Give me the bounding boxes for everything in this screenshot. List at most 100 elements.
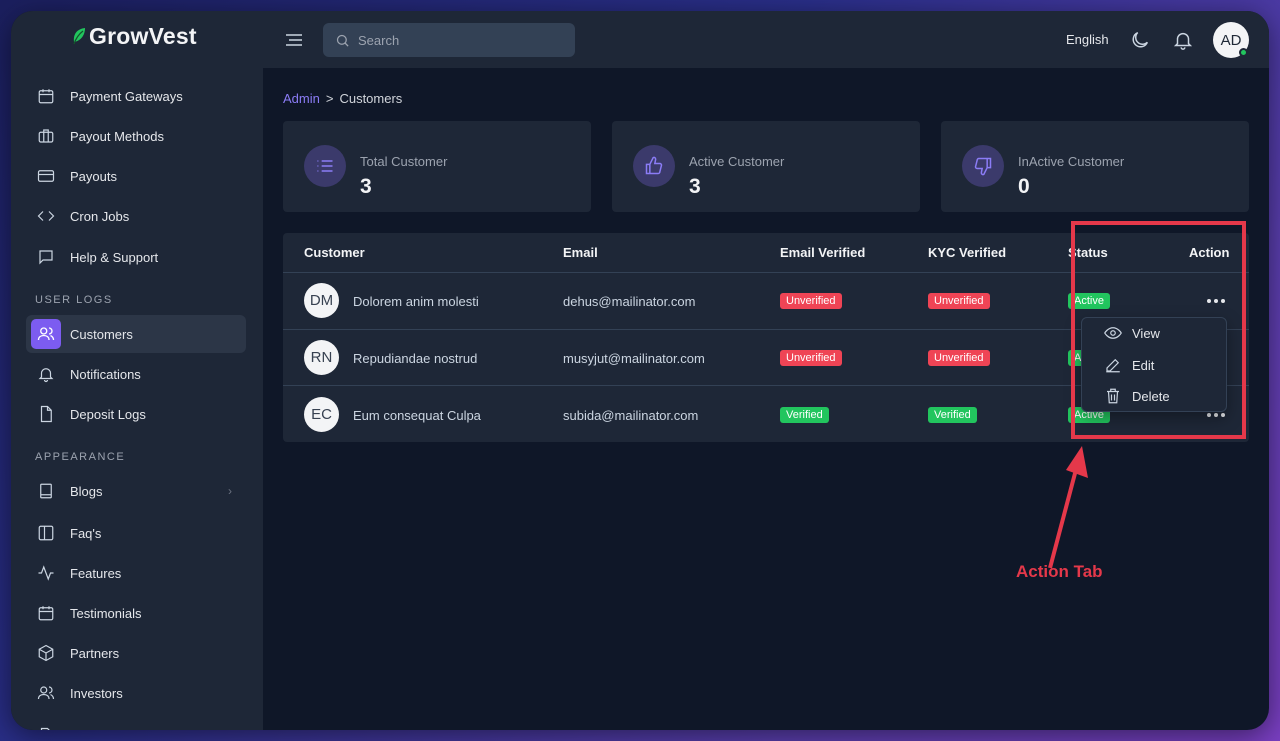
sidebar-item-label: Notifications	[70, 366, 141, 382]
stat-label: Total Customer	[360, 154, 448, 169]
notification-bell-icon[interactable]	[1172, 29, 1194, 51]
sidebar-item-features[interactable]: Features	[26, 554, 246, 592]
sidebar: GrowVest Payment Gateways Payout Methods…	[11, 11, 263, 730]
sidebar-item-label: Cron Jobs	[70, 208, 130, 224]
column-header-email-verified: Email Verified	[780, 245, 866, 260]
chat-icon	[36, 247, 56, 267]
sidebar-item-label: Faq's	[70, 525, 102, 541]
sidebar-item-cron-jobs[interactable]: Cron Jobs	[26, 197, 246, 235]
stat-label: Active Customer	[689, 154, 785, 169]
user-avatar[interactable]: AD	[1213, 22, 1249, 58]
column-header-customer: Customer	[304, 245, 365, 260]
breadcrumb-root-link[interactable]: Admin	[283, 91, 320, 106]
sidebar-item-customers[interactable]: Customers	[26, 315, 246, 353]
sidebar-item-deposit-logs[interactable]: Deposit Logs	[26, 395, 246, 433]
breadcrumb-current: Customers	[339, 91, 403, 106]
column-header-email: Email	[563, 245, 598, 260]
annotation-label: Action Tab	[1016, 562, 1103, 581]
search-box[interactable]	[323, 23, 575, 57]
menu-icon[interactable]	[285, 30, 303, 50]
book-icon	[36, 481, 56, 501]
customer-avatar: DM	[304, 283, 339, 318]
sidebar-item-payout-methods[interactable]: Payout Methods	[26, 117, 246, 155]
customer-email: dehus@mailinator.com	[563, 294, 696, 309]
card-icon	[36, 166, 56, 186]
sidebar-item-investors[interactable]: Investors	[26, 674, 246, 712]
moon-icon[interactable]	[1129, 29, 1151, 51]
leaf-icon	[73, 28, 85, 45]
sidebar-item-partial[interactable]	[26, 717, 246, 730]
activity-icon	[36, 563, 56, 583]
breadcrumb-separator: >	[325, 91, 334, 106]
sidebar-item-testimonials[interactable]: Testimonials	[26, 594, 246, 632]
customer-email: musyjut@mailinator.com	[563, 351, 705, 366]
sidebar-item-label: Payouts	[70, 168, 117, 184]
users-icon	[31, 319, 61, 349]
sidebar-item-help-support[interactable]: Help & Support	[26, 238, 246, 276]
file-icon	[36, 404, 56, 424]
sidebar-item-label: Features	[70, 565, 122, 581]
annotation-arrow-icon	[1048, 446, 1088, 569]
search-icon	[336, 34, 349, 47]
language-selector[interactable]: English	[1066, 32, 1109, 47]
stat-value: 0	[1018, 175, 1030, 198]
topbar: English AD	[263, 11, 1269, 68]
stat-card-inactive: InActive Customer 0	[941, 121, 1249, 212]
calendar-icon	[36, 86, 56, 106]
brand-logo[interactable]: GrowVest	[71, 21, 197, 51]
kyc-verified-badge: Unverified	[928, 350, 990, 366]
stat-label: InActive Customer	[1018, 154, 1125, 169]
box-icon	[36, 643, 56, 663]
sidebar-item-label: Customers	[70, 326, 133, 342]
sidebar-item-blogs[interactable]: Blogs ›	[26, 472, 246, 510]
list-icon	[304, 145, 346, 187]
sidebar-item-notifications[interactable]: Notifications	[26, 355, 246, 393]
kyc-verified-badge: Unverified	[928, 293, 990, 309]
chevron-right-icon: ›	[228, 484, 232, 498]
customer-name: Eum consequat Culpa	[353, 408, 481, 423]
stat-value: 3	[689, 175, 701, 198]
sidebar-item-payouts[interactable]: Payouts	[26, 157, 246, 195]
email-verified-badge: Verified	[780, 407, 829, 423]
email-verified-badge: Unverified	[780, 293, 842, 309]
stat-value: 3	[360, 175, 372, 198]
sidebar-item-label: Investors	[70, 685, 123, 701]
customer-avatar: RN	[304, 340, 339, 375]
sidebar-item-label: Deposit Logs	[70, 406, 146, 422]
kyc-verified-badge: Verified	[928, 407, 977, 423]
file-icon	[36, 726, 56, 730]
thumbs-up-icon	[633, 145, 675, 187]
columns-icon	[36, 523, 56, 543]
brand-name: GrowVest	[89, 22, 197, 49]
section-label-user-logs: USER LOGS	[35, 294, 113, 306]
breadcrumb: Admin > Customers	[283, 91, 402, 106]
bell-icon	[36, 364, 56, 384]
sidebar-item-label: Help & Support	[70, 249, 159, 265]
annotation-highlight-box	[1071, 221, 1246, 439]
sidebar-item-faqs[interactable]: Faq's	[26, 514, 246, 552]
section-label-appearance: APPEARANCE	[35, 451, 126, 463]
sidebar-item-partners[interactable]: Partners	[26, 634, 246, 672]
sidebar-item-payment-gateways[interactable]: Payment Gateways	[26, 77, 246, 115]
briefcase-icon	[36, 126, 56, 146]
thumbs-down-icon	[962, 145, 1004, 187]
online-status-dot	[1239, 48, 1248, 57]
stat-card-total: Total Customer 3	[283, 121, 591, 212]
calendar-icon	[36, 603, 56, 623]
customer-name: Repudiandae nostrud	[353, 351, 478, 366]
email-verified-badge: Unverified	[780, 350, 842, 366]
avatar-initials: AD	[1220, 31, 1242, 49]
sidebar-item-label: Testimonials	[70, 605, 142, 621]
customer-name: Dolorem anim molesti	[353, 294, 479, 309]
sidebar-item-label: Partners	[70, 645, 120, 661]
sidebar-item-label: Payment Gateways	[70, 88, 183, 104]
stat-card-active: Active Customer 3	[612, 121, 920, 212]
code-icon	[36, 206, 56, 226]
column-header-kyc-verified: KYC Verified	[928, 245, 1007, 260]
sidebar-item-label: Payout Methods	[70, 128, 164, 144]
users-icon	[36, 683, 56, 703]
customer-email: subida@mailinator.com	[563, 408, 699, 423]
search-input[interactable]	[358, 32, 558, 48]
customer-avatar: EC	[304, 397, 339, 432]
sidebar-item-label: Blogs	[70, 483, 103, 499]
